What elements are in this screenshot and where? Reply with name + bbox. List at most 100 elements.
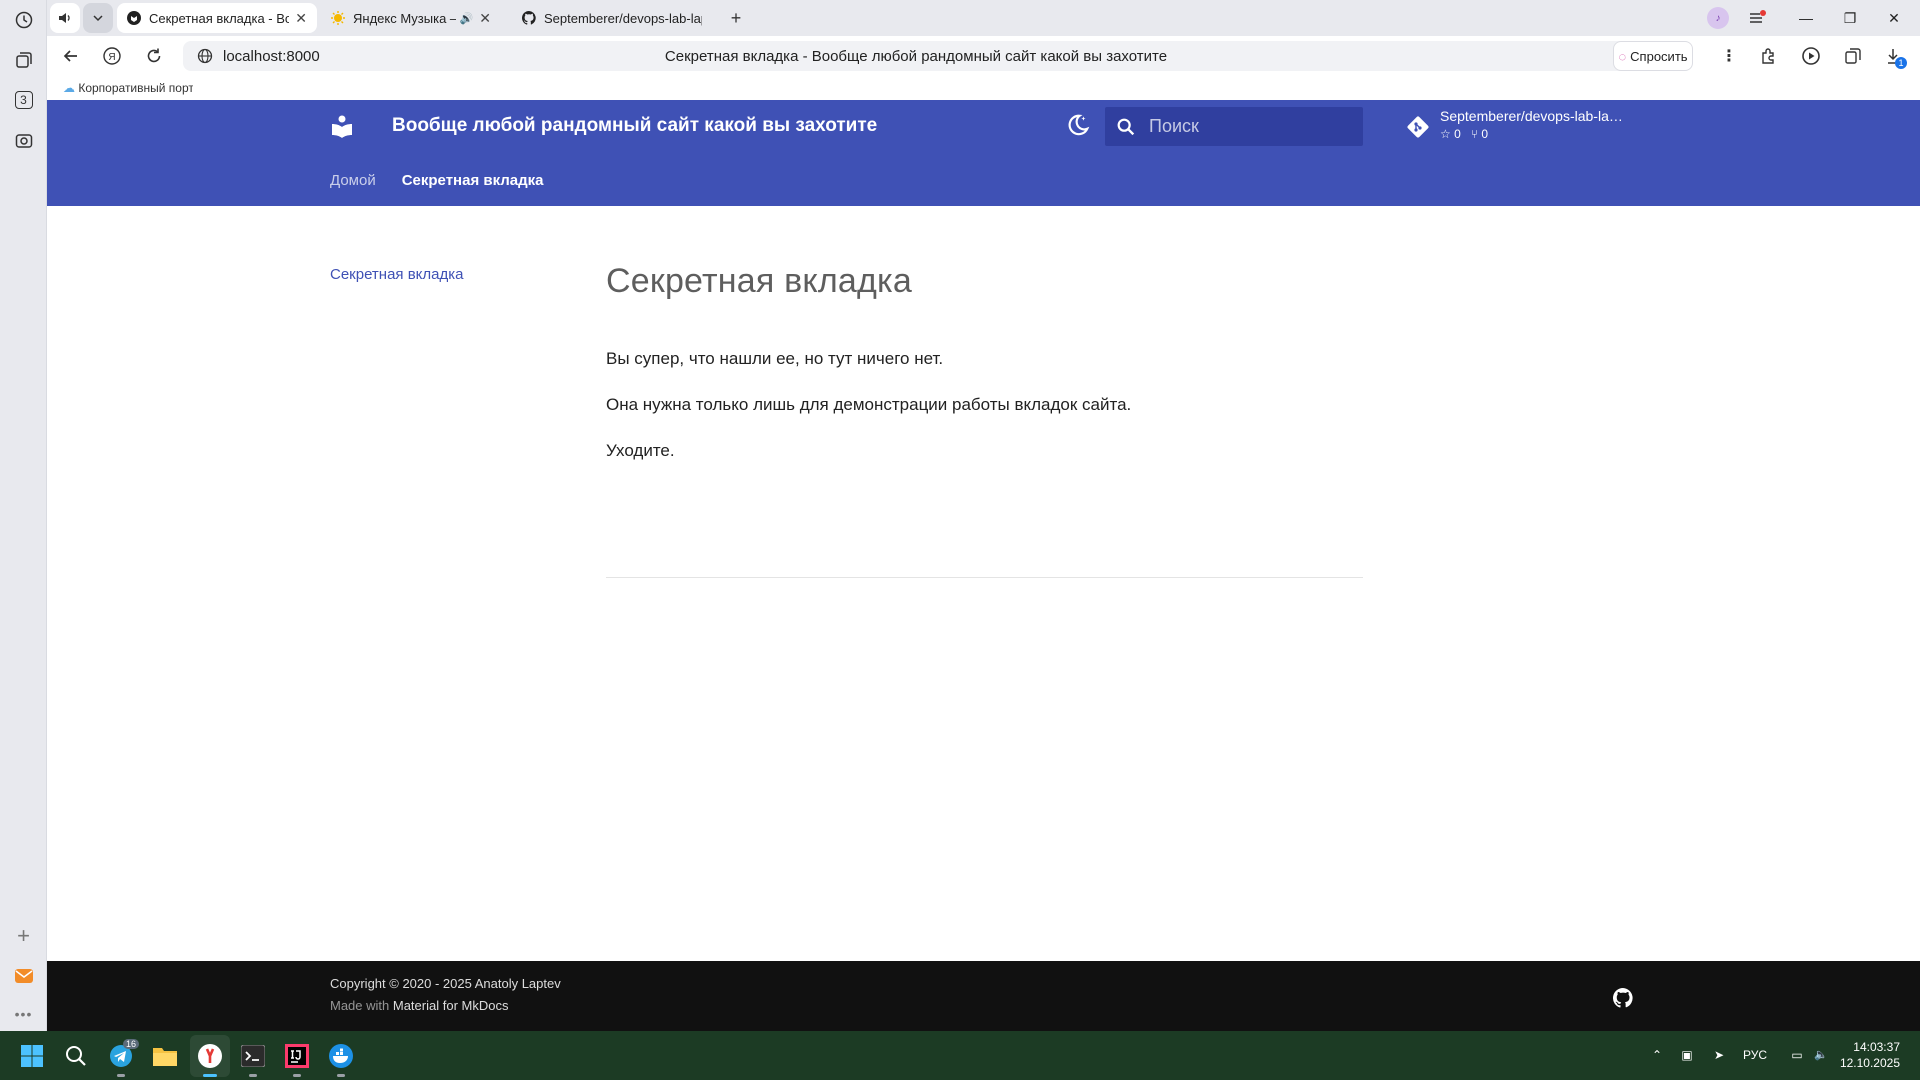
chevron-up-icon[interactable]: ⌃ [1648,1031,1666,1080]
cloud-icon: ☁ [63,81,75,95]
yandex-music-favicon-icon [331,11,345,25]
collections-toolbar-icon[interactable] [1840,43,1866,69]
star-icon: ☆ [1440,127,1451,141]
site-header: Вообще любой рандомный сайт какой вы зах… [47,100,1920,206]
sidebar-item-secret[interactable]: Секретная вкладка [330,266,464,283]
theme-toggle-icon[interactable] [1065,112,1091,138]
paragraph: Она нужна только лишь для демонстрации р… [606,395,1132,414]
search-icon [1117,118,1135,136]
mail-icon[interactable] [10,962,37,989]
close-icon[interactable]: ✕ [479,10,491,27]
more-menu-icon[interactable]: ⋮ [1716,43,1742,69]
tab-home[interactable]: Домой [330,172,376,189]
more-panels-icon[interactable]: ••• [10,1000,37,1027]
made-with-label: Made with [330,998,390,1013]
running-indicator [117,1074,125,1077]
repo-stars: ☆ 0 [1440,127,1461,141]
bookmarks-bar: ☁ Корпоративный портал [47,76,1920,100]
screenshot-icon[interactable] [10,127,37,154]
start-button[interactable] [17,1041,47,1071]
page-title-text: Секретная вкладка - Вообще любой рандомн… [664,48,1168,65]
tab-count-badge: 3 [14,90,33,109]
made-with-text: Made with Material for MkDocs [330,998,508,1013]
close-window-button[interactable]: ✕ [1872,10,1916,27]
site-title[interactable]: Вообще любой рандомный сайт какой вы зах… [392,115,877,137]
speaker-icon: 🔊 [459,12,474,25]
github-icon[interactable] [1613,988,1633,1008]
menu-icon[interactable] [1747,8,1767,28]
language-indicator[interactable]: РУС [1743,1031,1779,1080]
mute-audio-button[interactable] [50,3,80,33]
downloads-icon[interactable]: 1 [1882,43,1908,69]
yandex-browser-app[interactable] [195,1041,225,1077]
running-indicator [293,1074,301,1077]
search-box[interactable] [1105,107,1363,146]
tab-title: Яндекс Музыка — собираем музыку для вас [353,10,456,26]
ask-button[interactable]: ◌ Спросить [1613,41,1693,71]
main-content: Секретная вкладка Вы супер, что нашли ее… [606,262,1363,484]
intellij-app[interactable] [282,1041,312,1077]
intellij-icon [285,1044,309,1068]
omnibox[interactable]: localhost:8000 Секретная вкладка - Вообщ… [183,41,1649,71]
content-divider [606,577,1363,578]
bookmark-label: Корпоративный портал [78,81,193,95]
book-logo-icon[interactable] [330,114,354,138]
yandex-button[interactable]: Я [99,43,125,69]
terminal-app[interactable] [238,1041,268,1077]
docker-app[interactable] [326,1041,356,1077]
telegram-tray-icon[interactable]: ➤ [1710,1031,1728,1080]
file-explorer-app[interactable] [150,1041,180,1071]
tab-list-button[interactable] [83,3,113,33]
tab-group-counter[interactable]: 3 [10,86,37,113]
display-icon[interactable]: ▭ [1788,1031,1806,1080]
tab-secret[interactable]: Секретная вкладка - Вообще любой рандомн… [117,3,317,33]
extensions-icon[interactable] [1756,43,1782,69]
tab-github[interactable]: Septemberer/devops-lab-laptev [512,3,712,33]
taskbar-search-icon[interactable] [61,1041,91,1071]
taskbar: 16 ⌃ ▣ ➤ РУС ▭ 🔈 14:03:37 12.10.2025 [0,1031,1920,1080]
repo-link[interactable]: Septemberer/devops-lab-la… ☆ 0 ⑂ 0 [1406,107,1636,147]
site-footer: Copyright © 2020 - 2025 Anatoly Laptev M… [47,961,1920,1032]
fork-icon: ⑂ [1470,127,1478,141]
repo-facts: ☆ 0 ⑂ 0 [1440,127,1488,141]
mkdocs-material-link[interactable]: Material for MkDocs [393,998,509,1013]
close-icon[interactable]: ✕ [295,10,307,27]
new-tab-button[interactable]: + [724,6,748,30]
history-icon[interactable] [10,6,37,33]
telegram-app[interactable]: 16 [106,1039,140,1077]
running-indicator [249,1074,257,1077]
speaker-icon [59,13,70,23]
downloads-badge: 1 [1895,57,1907,69]
running-indicator [203,1074,217,1077]
arrow-left-icon [63,50,77,62]
forks-count: 0 [1481,127,1489,141]
tab-yandex-music[interactable]: Яндекс Музыка — собираем музыку для вас … [321,3,501,33]
clock[interactable]: 14:03:37 12.10.2025 [1838,1039,1900,1071]
windows-logo-icon [21,1045,43,1067]
minimize-button[interactable]: — [1784,10,1828,26]
back-button[interactable] [58,43,84,69]
add-panel-icon[interactable]: + [10,922,37,949]
address-bar: Я localhost:8000 Секретная вкладка - Воо… [47,36,1920,76]
page-heading: Секретная вкладка [606,262,912,300]
search-input[interactable] [1149,107,1349,146]
window-controls: — ❐ ✕ [1784,0,1916,36]
volume-icon[interactable]: 🔈 [1812,1031,1830,1080]
alice-icon[interactable]: ♪ [1707,7,1729,29]
site-tabs: Домой Секретная вкладка [330,172,544,189]
repo-name: Septemberer/devops-lab-la… [1440,108,1623,124]
restore-button[interactable]: ❐ [1828,10,1872,27]
clock-date: 12.10.2025 [1839,1056,1900,1070]
media-play-icon[interactable] [1798,43,1824,69]
browser-sidebar: 3 + ••• [0,0,47,1031]
clock-time: 14:03:37 [1853,1040,1900,1054]
yandex-browser-icon [198,1044,222,1068]
tab-secret-page[interactable]: Секретная вкладка [402,172,544,189]
tab-bar: Секретная вкладка - Вообще любой рандомн… [47,0,1920,36]
collections-icon[interactable] [10,46,37,73]
bookmark-item[interactable]: ☁ Корпоративный портал [63,81,193,95]
github-favicon-icon [522,11,536,25]
reload-icon [147,48,161,63]
network-icon[interactable]: ▣ [1678,1031,1696,1080]
reload-button[interactable] [141,43,167,69]
